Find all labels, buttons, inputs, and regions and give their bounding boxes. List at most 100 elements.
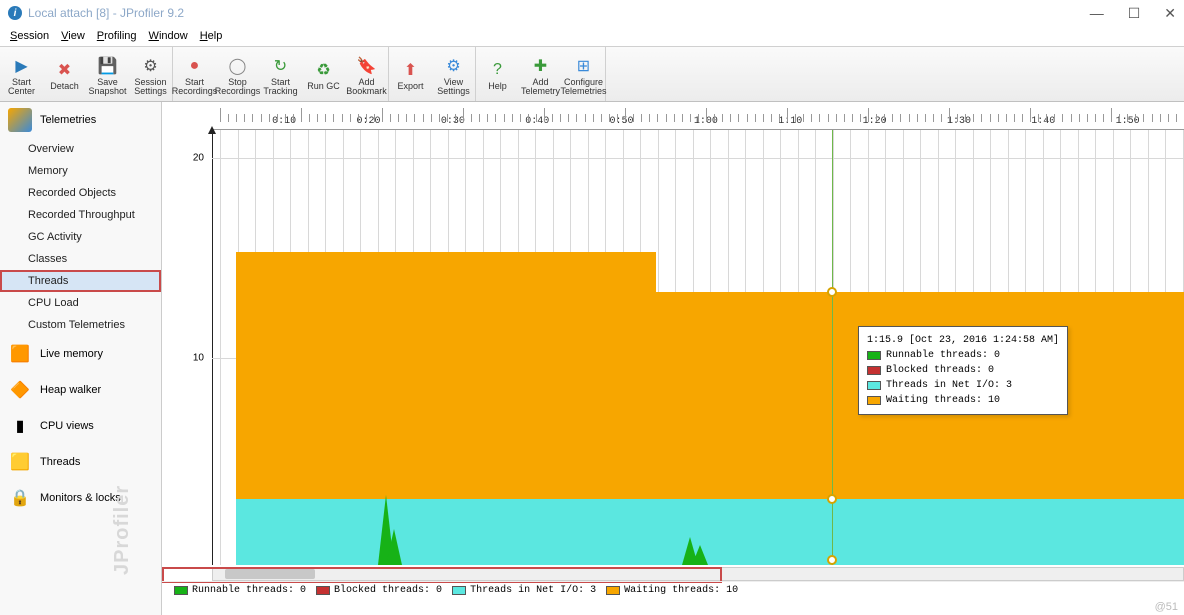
sidebar-cpu-views[interactable]: ▮CPU views (0, 408, 161, 444)
start-tracking-label: Start Tracking (263, 78, 297, 96)
time-tick-label: 1:40 (1031, 116, 1055, 127)
minimize-button[interactable]: — (1090, 5, 1104, 22)
tooltip-row: Runnable threads: 0 (867, 348, 1059, 363)
time-tick-label: 0:40 (525, 116, 549, 127)
menu-profiling[interactable]: Profiling (93, 28, 141, 44)
configure-telemetries-button[interactable]: ⊞Configure Telemetries (562, 47, 605, 101)
session-settings-icon: ⚙ (140, 55, 162, 77)
cursor-dot[interactable] (827, 555, 837, 565)
tooltip-row: Threads in Net I/O: 3 (867, 378, 1059, 393)
maximize-button[interactable]: ☐ (1128, 5, 1141, 22)
export-icon: ⬆ (400, 59, 422, 81)
runnable-spike (692, 545, 708, 565)
legend-swatch (174, 586, 188, 595)
tooltip-header: 1:15.9 [Oct 23, 2016 1:24:58 AM] (867, 333, 1059, 348)
view-settings-button[interactable]: ⚙View Settings (432, 47, 475, 101)
sidebar-item-memory[interactable]: Memory (0, 160, 161, 182)
telemetries-label: Telemetries (40, 114, 96, 126)
save-snapshot-icon: 💾 (97, 55, 119, 77)
watermark: @51 (1155, 601, 1178, 613)
add-telemetry-icon: ✚ (530, 55, 552, 77)
cursor-dot[interactable] (827, 287, 837, 297)
monitors-locks-label: Monitors & locks (40, 492, 121, 504)
save-snapshot-button[interactable]: 💾Save Snapshot (86, 47, 129, 101)
legend-item: Waiting threads: 10 (606, 585, 738, 596)
y-axis: 20 10 (162, 130, 212, 565)
legend-item: Runnable threads: 0 (174, 585, 306, 596)
sidebar-item-cpu-load[interactable]: CPU Load (0, 292, 161, 314)
cursor-dot[interactable] (827, 494, 837, 504)
add-bookmark-button[interactable]: 🔖Add Bookmark (345, 47, 388, 101)
timeline-ruler: 0:100:200:300:400:501:001:101:201:301:40… (212, 102, 1184, 130)
sidebar-item-custom-telemetries[interactable]: Custom Telemetries (0, 314, 161, 336)
view-settings-icon: ⚙ (443, 55, 465, 77)
start-recordings-button[interactable]: ●Start Recordings (173, 47, 216, 101)
add-telemetry-button[interactable]: ✚Add Telemetry (519, 47, 562, 101)
sidebar-item-recorded-objects[interactable]: Recorded Objects (0, 182, 161, 204)
telemetries-icon (8, 108, 32, 132)
chart-tooltip: 1:15.9 [Oct 23, 2016 1:24:58 AM]Runnable… (858, 326, 1068, 415)
legend-swatch (606, 586, 620, 595)
time-tick-label: 1:30 (947, 116, 971, 127)
close-button[interactable]: ✕ (1164, 5, 1176, 22)
legend-swatch (452, 586, 466, 595)
legend: Runnable threads: 0Blocked threads: 0Thr… (162, 581, 1184, 599)
sidebar-telemetries[interactable]: Telemetries (0, 102, 161, 138)
time-tick-label: 1:10 (778, 116, 802, 127)
threads-icon: 🟨 (8, 450, 32, 474)
help-button[interactable]: ?Help (476, 47, 519, 101)
menu-window[interactable]: Window (145, 28, 192, 44)
title-bar: i Local attach [8] - JProfiler 9.2 — ☐ ✕ (0, 0, 1184, 26)
run-gc-label: Run GC (307, 82, 340, 91)
plot-area[interactable]: 1:15.9 [Oct 23, 2016 1:24:58 AM]Runnable… (212, 130, 1184, 565)
session-settings-button[interactable]: ⚙Session Settings (129, 47, 172, 101)
start-tracking-button[interactable]: ↻Start Tracking (259, 47, 302, 101)
view-settings-label: View Settings (437, 78, 470, 96)
session-settings-label: Session Settings (134, 78, 167, 96)
detach-button[interactable]: ✖Detach (43, 47, 86, 101)
runnable-spike (386, 529, 402, 565)
sidebar-item-gc-activity[interactable]: GC Activity (0, 226, 161, 248)
start-recordings-label: Start Recordings (172, 78, 218, 96)
legend-swatch (316, 586, 330, 595)
detach-label: Detach (50, 82, 79, 91)
menu-help[interactable]: Help (196, 28, 227, 44)
start-center-button[interactable]: ▶Start Center (0, 47, 43, 101)
app-icon: i (8, 6, 22, 20)
menu-view[interactable]: View (57, 28, 89, 44)
toolbar: ▶Start Center✖Detach💾Save Snapshot⚙Sessi… (0, 46, 1184, 102)
window-title: Local attach [8] - JProfiler 9.2 (28, 6, 184, 20)
time-tick-label: 1:20 (863, 116, 887, 127)
add-bookmark-icon: 🔖 (356, 55, 378, 77)
add-bookmark-label: Add Bookmark (346, 78, 387, 96)
heap-walker-icon: 🔶 (8, 378, 32, 402)
cpu-views-label: CPU views (40, 420, 94, 432)
y-tick-20: 20 (193, 153, 204, 164)
export-button[interactable]: ⬆Export (389, 47, 432, 101)
menu-session[interactable]: Session (6, 28, 53, 44)
configure-telemetries-icon: ⊞ (573, 55, 595, 77)
sidebar-item-threads[interactable]: Threads (0, 270, 161, 292)
sidebar-item-recorded-throughput[interactable]: Recorded Throughput (0, 204, 161, 226)
threads-label: Threads (40, 456, 80, 468)
sidebar-threads[interactable]: 🟨 Threads (0, 444, 161, 480)
export-label: Export (397, 82, 423, 91)
sidebar: Telemetries OverviewMemoryRecorded Object… (0, 102, 162, 615)
sidebar-item-classes[interactable]: Classes (0, 248, 161, 270)
sidebar-heap-walker[interactable]: 🔶 Heap walker (0, 372, 161, 408)
sidebar-monitors-locks[interactable]: 🔒 Monitors & locks (0, 480, 161, 516)
heap-walker-label: Heap walker (40, 384, 101, 396)
live-memory-icon: 🟧 (8, 342, 32, 366)
sidebar-item-overview[interactable]: Overview (0, 138, 161, 160)
start-center-label: Start Center (8, 78, 35, 96)
add-telemetry-label: Add Telemetry (521, 78, 560, 96)
start-center-icon: ▶ (11, 55, 33, 77)
y-tick-10: 10 (193, 353, 204, 364)
horizontal-scrollbar[interactable] (212, 567, 1184, 581)
monitors-locks-icon: 🔒 (8, 486, 32, 510)
sidebar-live-memory[interactable]: 🟧Live memory (0, 336, 161, 372)
stop-recordings-button[interactable]: ◯Stop Recordings (216, 47, 259, 101)
run-gc-button[interactable]: ♻Run GC (302, 47, 345, 101)
scrollbar-thumb[interactable] (225, 569, 315, 579)
legend-text: Waiting threads: 10 (624, 585, 738, 596)
